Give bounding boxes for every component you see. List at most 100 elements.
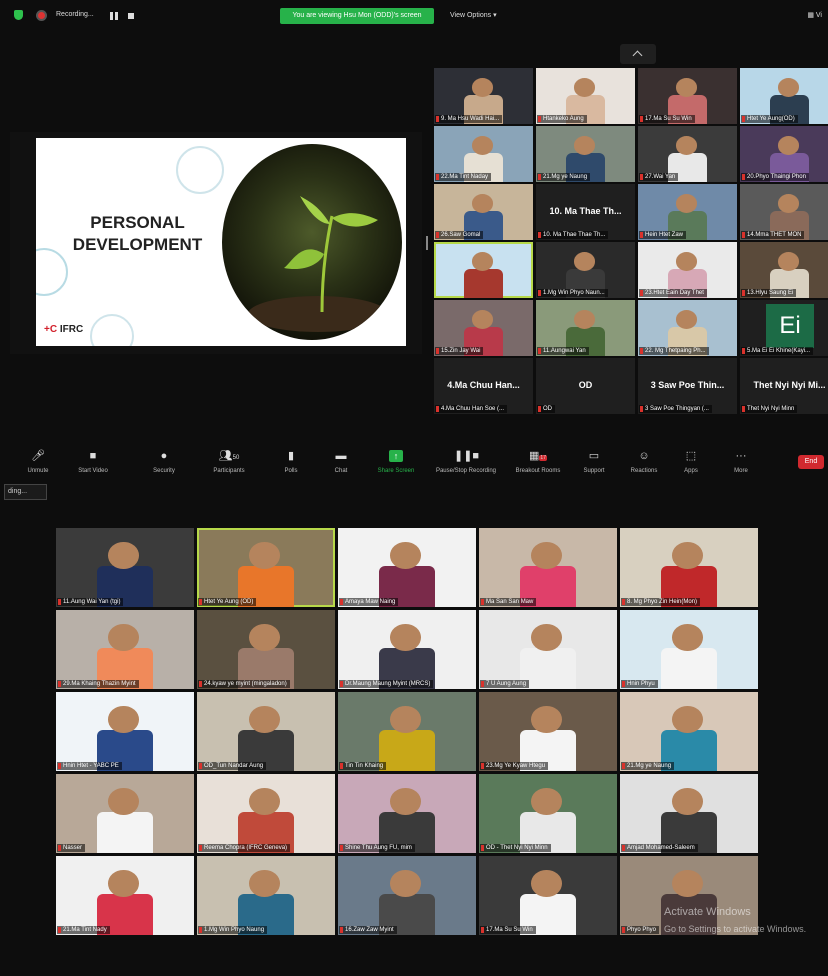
collapse-thumbnails-button[interactable] bbox=[620, 44, 656, 64]
recording-label: Recording... bbox=[56, 11, 94, 18]
video-tile[interactable]: 24.kyaw ye myint (mingaladon) bbox=[197, 610, 335, 689]
video-tile[interactable]: Hnin Htet - YABC PE bbox=[56, 692, 194, 771]
video-tile[interactable]: Shine Thu Aung FU, mim bbox=[338, 774, 476, 853]
video-tile[interactable]: 23.Htet Eain Day Thet bbox=[638, 242, 737, 298]
video-tile[interactable]: 14.Mma THET MON bbox=[740, 184, 828, 240]
participant-name: Dr.Maung Maung Myint (MRCS) bbox=[339, 680, 434, 688]
view-options-button[interactable]: View Options ▾ bbox=[450, 11, 497, 19]
video-tile[interactable]: 21.Ma Tint Nady bbox=[56, 856, 194, 935]
video-tile[interactable]: 4.Ma Chuu Han... 4.Ma Chuu Han Soe (... bbox=[434, 358, 533, 414]
participant-name: 24.kyaw ye myint (mingaladon) bbox=[198, 680, 290, 688]
video-tile[interactable]: 21.Mg ye Naung bbox=[620, 692, 758, 771]
participants-button[interactable]: 👥︎50 Participants bbox=[204, 450, 254, 474]
apps-button[interactable]: ⬚ Apps bbox=[676, 450, 706, 474]
microphone-muted-icon: 🎤︎ bbox=[31, 450, 45, 462]
reactions-label: Reactions bbox=[630, 468, 658, 474]
video-tile[interactable]: 11.Aungwai Yan bbox=[536, 300, 635, 356]
participant-name: Amaya Maw Naing bbox=[339, 598, 399, 606]
video-tile[interactable]: 7 U Aung Aung bbox=[479, 610, 617, 689]
polls-button[interactable]: ▮ Polls bbox=[276, 450, 306, 474]
video-tile[interactable]: Ma San San Maw bbox=[479, 528, 617, 607]
video-tile[interactable]: 22. Mg Thetpaing Ph... bbox=[638, 300, 737, 356]
more-button[interactable]: ··· More bbox=[726, 450, 756, 474]
video-tile[interactable]: 20.Phyo Thaingi Phon bbox=[740, 126, 828, 182]
unmute-button[interactable]: 🎤︎ Unmute bbox=[18, 450, 58, 474]
participant-head bbox=[672, 624, 703, 652]
stop-recording-icon[interactable] bbox=[128, 13, 134, 19]
video-tile[interactable]: 3 Saw Poe Thin... 3 Saw Poe Thingyan (... bbox=[638, 358, 737, 414]
video-tile[interactable]: OD OD bbox=[536, 358, 635, 414]
reactions-button[interactable]: ☺ Reactions bbox=[624, 450, 664, 474]
video-tile[interactable] bbox=[434, 242, 533, 298]
video-tile[interactable]: Amaya Maw Naing bbox=[338, 528, 476, 607]
participant-name: 14.Mma THET MON bbox=[741, 231, 805, 239]
video-tile[interactable]: 10. Ma Thae Th... 10. Ma Thae Thae Th... bbox=[536, 184, 635, 240]
start-video-label: Start Video bbox=[78, 468, 108, 474]
video-tile[interactable]: 26.Saw Gomal bbox=[434, 184, 533, 240]
pause-stop-recording-button[interactable]: ❚❚■ Pause/Stop Recording bbox=[428, 450, 504, 474]
seedling-image bbox=[222, 144, 402, 340]
breakout-rooms-label: Breakout Rooms bbox=[515, 468, 561, 474]
chat-button[interactable]: ▬ Chat bbox=[326, 450, 356, 474]
participant-name: Hnin Htet - YABC PE bbox=[57, 762, 122, 770]
video-tile[interactable]: Htet Ye Aung (OD) bbox=[197, 528, 335, 607]
video-tile[interactable]: 21.Mg ye Naung bbox=[536, 126, 635, 182]
video-tile[interactable]: Hein Htet Zaw bbox=[638, 184, 737, 240]
more-label: More bbox=[734, 468, 748, 474]
video-tile[interactable]: 13.Hlyu Saung Ei bbox=[740, 242, 828, 298]
video-tile[interactable]: Ei 5.Ma Ei Ei Khine(Kayi... bbox=[740, 300, 828, 356]
participant-name: 23.Mg Ye Kyaw Htegu bbox=[480, 762, 549, 770]
video-tile[interactable]: 9. Ma Hsu Wadi Hai... bbox=[434, 68, 533, 124]
view-button[interactable]: ▦ Vi bbox=[807, 11, 822, 19]
end-meeting-button[interactable]: End bbox=[798, 455, 824, 469]
participant-name: 20.Phyo Thaingi Phon bbox=[741, 173, 809, 181]
video-tile[interactable]: Dr.Maung Maung Myint (MRCS) bbox=[338, 610, 476, 689]
video-tile[interactable]: Reema Chopra (IFRC Geneva) bbox=[197, 774, 335, 853]
participant-name: 8. Mg Phyo Zin Hein(Mon) bbox=[621, 598, 701, 606]
security-button[interactable]: ● Security bbox=[144, 450, 184, 474]
video-tile[interactable]: 23.Mg Ye Kyaw Htegu bbox=[479, 692, 617, 771]
participant-name: 17.Ma Su Su Win bbox=[480, 926, 536, 934]
participant-head bbox=[108, 788, 139, 816]
video-tile[interactable]: Tin Tin Khaing bbox=[338, 692, 476, 771]
video-tile[interactable]: OD - Thet Nyi Nyi Minn bbox=[479, 774, 617, 853]
video-tile[interactable]: Htankeko Aung bbox=[536, 68, 635, 124]
video-tile[interactable]: 22.Ma Tint Naday bbox=[434, 126, 533, 182]
participant-head bbox=[531, 624, 562, 652]
reactions-icon: ☺ bbox=[638, 450, 650, 462]
video-tile[interactable]: 1.Mg Win Phyo Naun... bbox=[536, 242, 635, 298]
participant-head bbox=[672, 542, 703, 570]
breakout-rooms-button[interactable]: ▦17 Breakout Rooms bbox=[508, 450, 568, 474]
support-button[interactable]: ▭ Support bbox=[576, 450, 612, 474]
pause-recording-icon[interactable] bbox=[110, 12, 120, 20]
participant-name: Amjad Mohamed-Saleem bbox=[621, 844, 698, 852]
video-tile[interactable]: Hnin Phyu bbox=[620, 610, 758, 689]
video-tile[interactable]: 16.Zaw Zaw Myint bbox=[338, 856, 476, 935]
video-tile[interactable]: 17.Ma Su Su Win bbox=[479, 856, 617, 935]
security-label: Security bbox=[153, 468, 175, 474]
participant-name: Htet Ye Aung (OD) bbox=[198, 598, 257, 606]
video-tile[interactable]: OD_Tun Nandar Aung bbox=[197, 692, 335, 771]
start-video-button[interactable]: ■ Start Video bbox=[70, 450, 116, 474]
video-tile[interactable]: 17.Ma Su Su Win bbox=[638, 68, 737, 124]
video-tile[interactable]: 11.Aung Wai Yan (tgi) bbox=[56, 528, 194, 607]
video-tile[interactable]: Htet Ye Aung(OD) bbox=[740, 68, 828, 124]
video-tile[interactable]: Nasser bbox=[56, 774, 194, 853]
resize-handle[interactable] bbox=[426, 236, 428, 250]
participant-name: 13.Hlyu Saung Ei bbox=[741, 289, 797, 297]
video-tile[interactable]: Amjad Mohamed-Saleem bbox=[620, 774, 758, 853]
video-tile[interactable]: 1.Mg Win Phyo Naung bbox=[197, 856, 335, 935]
video-tile[interactable]: 29.Ma Khaing Thazin Myint bbox=[56, 610, 194, 689]
video-tile[interactable]: 27.Wai Yan bbox=[638, 126, 737, 182]
participant-body bbox=[97, 811, 153, 853]
share-screen-button[interactable]: ↑ Share Screen bbox=[370, 450, 422, 474]
participant-name: 22.Ma Tint Naday bbox=[435, 173, 492, 181]
video-tile[interactable]: 15.Zin Jay Wai bbox=[434, 300, 533, 356]
unmute-label: Unmute bbox=[27, 468, 49, 474]
video-tile[interactable]: Thet Nyi Nyi Mi... Thet Nyi Nyi Minn bbox=[740, 358, 828, 414]
shield-icon[interactable] bbox=[14, 10, 23, 20]
participant-name: Shine Thu Aung FU, mim bbox=[339, 844, 415, 852]
video-tile[interactable]: 8. Mg Phyo Zin Hein(Mon) bbox=[620, 528, 758, 607]
participant-head bbox=[672, 706, 703, 734]
share-screen-label: Share Screen bbox=[377, 468, 415, 474]
